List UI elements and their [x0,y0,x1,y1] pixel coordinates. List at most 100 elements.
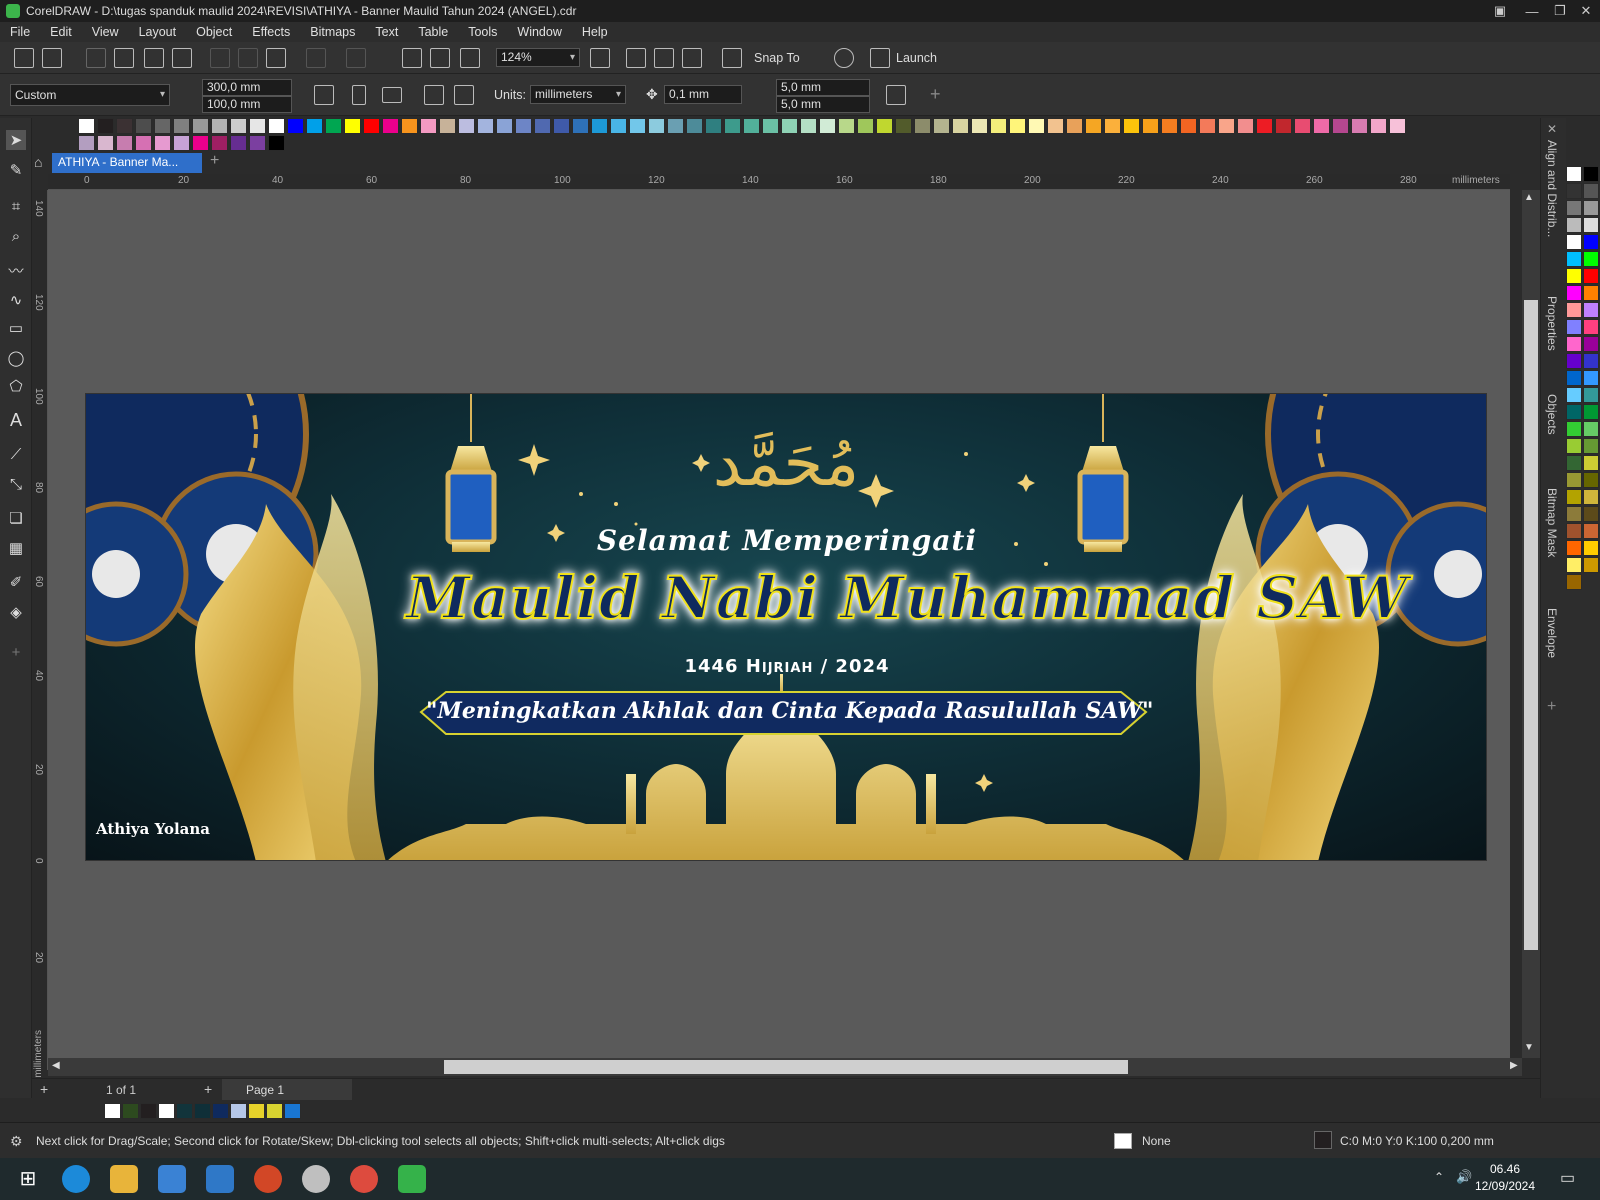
palette-swatch[interactable] [1583,268,1599,284]
all-pages-icon[interactable] [314,85,334,105]
palette-swatch[interactable] [1566,217,1582,233]
horizontal-scroll-thumb[interactable] [444,1060,1128,1074]
guidelines-icon[interactable] [682,48,702,68]
pdf-icon[interactable] [460,48,480,68]
duplicate-x-field[interactable]: 5,0 mm [776,79,870,96]
artistic-media-icon[interactable]: ∿ [6,290,26,310]
palette-swatch[interactable] [1566,370,1582,386]
palette-swatch[interactable] [1218,118,1235,134]
palette-swatch[interactable] [1275,118,1292,134]
open-icon[interactable] [42,48,62,68]
status-gear-icon[interactable]: ⚙ [10,1133,23,1150]
cloud-import-icon[interactable] [114,48,134,68]
palette-swatch[interactable] [1566,506,1582,522]
document-palette-swatch[interactable] [104,1103,121,1119]
export-icon[interactable] [430,48,450,68]
palette-swatch[interactable] [1066,118,1083,134]
copy-icon[interactable] [238,48,258,68]
palette-swatch[interactable] [1566,557,1582,573]
palette-swatch[interactable] [230,118,247,134]
menu-text[interactable]: Text [365,25,408,39]
import-icon[interactable] [402,48,422,68]
taskbar-date[interactable]: 12/09/2024 [1474,1179,1536,1193]
palette-swatch[interactable] [1583,319,1599,335]
palette-swatch[interactable] [97,118,114,134]
palette-swatch[interactable] [1389,118,1406,134]
palette-swatch[interactable] [135,118,152,134]
palette-swatch[interactable] [629,118,646,134]
palette-swatch[interactable] [838,118,855,134]
palette-swatch[interactable] [1566,387,1582,403]
palette-swatch[interactable] [724,118,741,134]
palette-swatch[interactable] [1583,472,1599,488]
palette-swatch[interactable] [1566,540,1582,556]
new-tab-icon[interactable]: + [210,152,219,170]
outline-swatch[interactable] [1314,1131,1332,1149]
docker-envelope[interactable]: Envelope [1545,608,1559,658]
menu-window[interactable]: Window [507,25,571,39]
palette-swatch[interactable] [1085,118,1102,134]
document-palette-swatch[interactable] [284,1103,301,1119]
palette-swatch[interactable] [477,118,494,134]
palette-swatch[interactable] [800,118,817,134]
palette-swatch[interactable] [1566,268,1582,284]
palette-swatch[interactable] [420,118,437,134]
taskbar-time[interactable]: 06.46 [1480,1162,1530,1176]
home-icon[interactable]: ⌂ [34,154,42,170]
palette-swatch[interactable] [1313,118,1330,134]
palette-swatch[interactable] [1583,438,1599,454]
palette-swatch[interactable] [78,118,95,134]
palette-swatch[interactable] [648,118,665,134]
chrome-icon[interactable] [350,1165,378,1193]
palette-swatch[interactable] [610,118,627,134]
transparency-tool-icon[interactable]: ▦ [6,538,26,558]
menu-help[interactable]: Help [572,25,618,39]
document-palette-swatch[interactable] [122,1103,139,1119]
palette-swatch[interactable] [192,135,209,151]
menu-table[interactable]: Table [408,25,458,39]
palette-swatch[interactable] [78,135,95,151]
windows-start-icon[interactable]: ⊞ [14,1165,42,1193]
scroll-down-icon[interactable]: ▼ [1524,1042,1534,1053]
palette-swatch[interactable] [1583,166,1599,182]
document-palette-swatch[interactable] [212,1103,229,1119]
launch-dropdown[interactable]: Launch [896,51,937,65]
page-height-field[interactable]: 100,0 mm [202,96,292,113]
scroll-right-icon[interactable]: ▶ [1510,1060,1518,1071]
polygon-tool-icon[interactable]: ⬠ [6,376,26,396]
palette-swatch[interactable] [230,135,247,151]
palette-swatch[interactable] [819,118,836,134]
palette-swatch[interactable] [306,118,323,134]
redo-icon[interactable] [346,48,366,68]
parallel-dimension-icon[interactable]: ⟋ [6,444,26,464]
portrait-icon[interactable] [352,85,366,105]
palette-swatch[interactable] [1583,200,1599,216]
palette-swatch[interactable] [1351,118,1368,134]
paste-icon[interactable] [266,48,286,68]
palette-swatch[interactable] [287,118,304,134]
palette-swatch[interactable] [1370,118,1387,134]
landscape-icon[interactable] [382,87,402,103]
close-button[interactable]: ✕ [1572,0,1600,22]
palette-swatch[interactable] [1583,336,1599,352]
palette-swatch[interactable] [1566,336,1582,352]
palette-swatch[interactable] [1583,489,1599,505]
notification-icon[interactable]: ▭ [1560,1168,1575,1188]
horizontal-scrollbar[interactable]: ◀ ▶ [48,1058,1522,1076]
menu-tools[interactable]: Tools [458,25,507,39]
palette-swatch[interactable] [990,118,1007,134]
document-palette-swatch[interactable] [248,1103,265,1119]
palette-swatch[interactable] [154,118,171,134]
document-palette-swatch[interactable] [176,1103,193,1119]
palette-swatch[interactable] [1566,489,1582,505]
powerpoint-icon[interactable] [254,1165,282,1193]
palette-swatch[interactable] [553,118,570,134]
scroll-left-icon[interactable]: ◀ [52,1060,60,1071]
snap-off-icon[interactable] [722,48,742,68]
palette-swatch[interactable] [1566,421,1582,437]
add-tool-icon[interactable]: + [6,642,26,662]
fill-none-icon[interactable] [1114,1133,1132,1149]
document-tab[interactable]: ATHIYA - Banner Ma... [52,153,202,173]
docker-properties[interactable]: Properties [1545,296,1559,351]
text-tool-icon[interactable]: A [6,410,26,430]
